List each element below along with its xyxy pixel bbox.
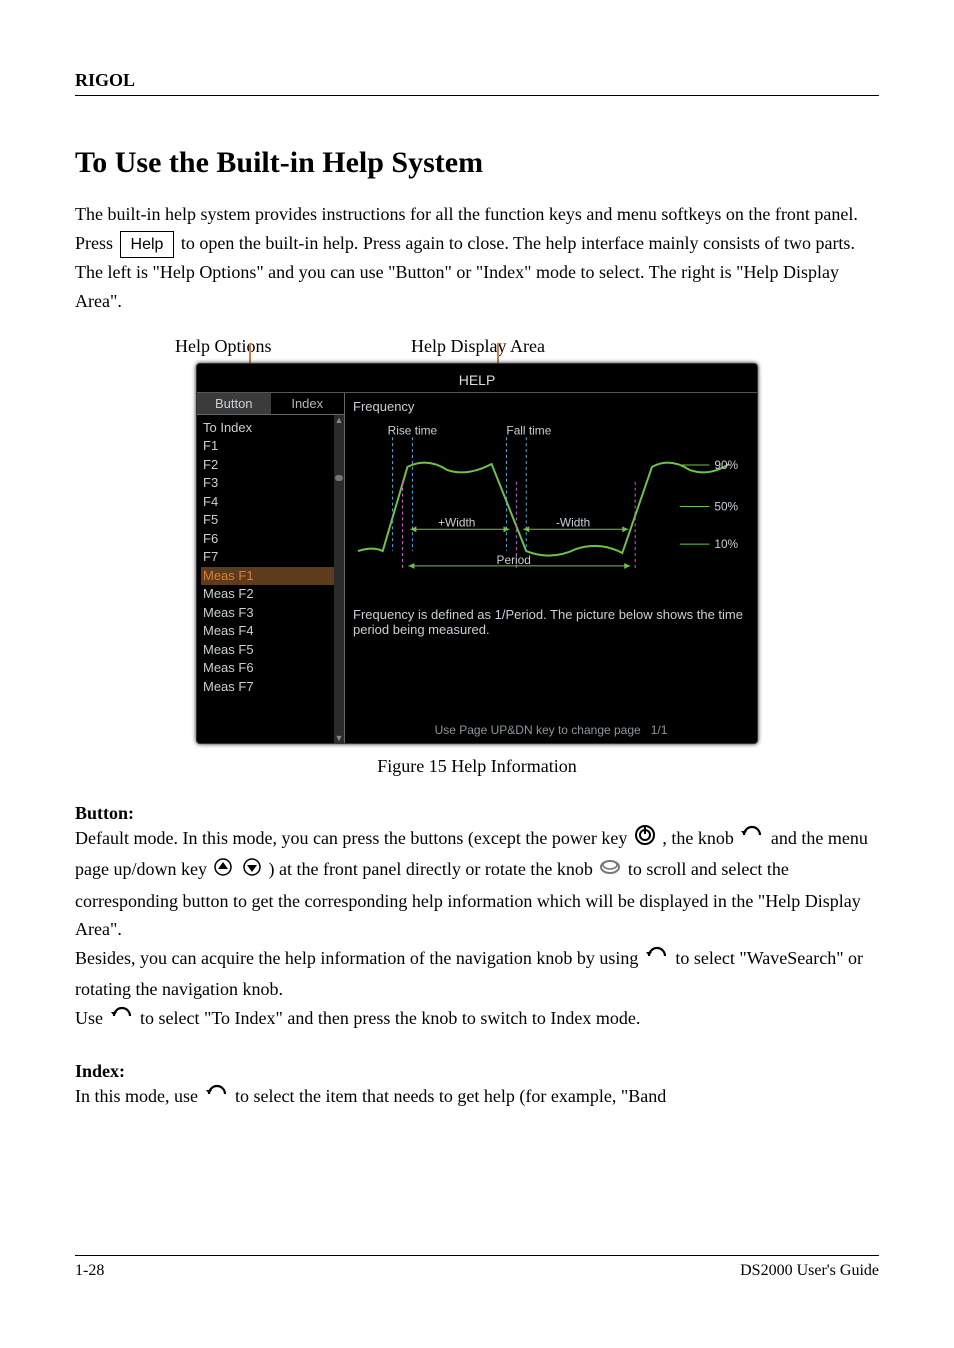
- help-window: HELP Button Index To Index F1 F2 F3 F4: [196, 363, 758, 744]
- help-description: Frequency is defined as 1/Period. The pi…: [353, 607, 749, 637]
- list-item[interactable]: Meas F6: [201, 659, 344, 678]
- list-item[interactable]: F7: [201, 548, 344, 567]
- list-item-selected[interactable]: Meas F1: [201, 567, 344, 586]
- nav-knob-icon: [599, 856, 621, 887]
- section-button-heading: Button:: [75, 803, 879, 824]
- help-footer: Use Page UP&DN key to change page 1/1: [345, 723, 757, 737]
- label-rise-time: Rise time: [388, 423, 438, 437]
- list-item[interactable]: F6: [201, 530, 344, 549]
- help-sidebar: Button Index To Index F1 F2 F3 F4 F5 F6 …: [197, 393, 345, 743]
- label-90: 90%: [714, 458, 738, 472]
- list-item[interactable]: F5: [201, 511, 344, 530]
- label-50: 50%: [714, 499, 738, 513]
- figure: Help Options Help Display Area HELP Butt…: [75, 336, 879, 777]
- help-list[interactable]: To Index F1 F2 F3 F4 F5 F6 F7 Meas F1 Me…: [197, 415, 344, 697]
- list-item[interactable]: Meas F5: [201, 641, 344, 660]
- help-body: Button Index To Index F1 F2 F3 F4 F5 F6 …: [197, 393, 757, 743]
- callout-labels: Help Options Help Display Area: [155, 336, 715, 357]
- page-up-icon: [213, 857, 233, 886]
- page-footer: 1-28 DS2000 User's Guide: [75, 1255, 879, 1280]
- page-title: To Use the Built-in Help System: [75, 146, 879, 180]
- label-10: 10%: [714, 537, 738, 551]
- help-title: HELP: [197, 364, 757, 393]
- list-item[interactable]: F2: [201, 456, 344, 475]
- footer-page-number: 1-28: [75, 1262, 104, 1280]
- section-index-heading: Index:: [75, 1061, 879, 1082]
- knob-icon: [740, 824, 764, 855]
- list-item[interactable]: Meas F4: [201, 622, 344, 641]
- callout-right: Help Display Area: [411, 336, 545, 357]
- figure-caption: Figure 15 Help Information: [75, 756, 879, 777]
- text: Default mode. In this mode, you can pres…: [75, 828, 632, 848]
- section-button-body: Default mode. In this mode, you can pres…: [75, 824, 879, 944]
- list-item[interactable]: F1: [201, 437, 344, 456]
- text: to select "To Index" and then press the …: [140, 1008, 640, 1028]
- list-item[interactable]: Meas F3: [201, 604, 344, 623]
- label-nwidth: -Width: [556, 515, 590, 529]
- scrollbar[interactable]: ▲ ▼: [334, 415, 344, 743]
- label-pwidth: +Width: [438, 515, 475, 529]
- list-item[interactable]: To Index: [201, 419, 344, 438]
- help-keycap: Help: [120, 231, 175, 259]
- power-icon: [634, 824, 656, 855]
- page-down-icon: [242, 857, 262, 886]
- knob-icon: [205, 1083, 229, 1114]
- intro-paragraph: The built-in help system provides instru…: [75, 200, 879, 316]
- help-content: Frequency: [345, 393, 757, 743]
- running-header: RIGOL: [75, 70, 879, 96]
- label-period: Period: [497, 553, 531, 567]
- text: to select the item that needs to get hel…: [235, 1086, 666, 1106]
- text: , the knob: [662, 828, 738, 848]
- help-list-wrap: To Index F1 F2 F3 F4 F5 F6 F7 Meas F1 Me…: [197, 415, 344, 743]
- help-tabs: Button Index: [197, 393, 344, 415]
- label-fall-time: Fall time: [506, 423, 551, 437]
- waveform-diagram: Rise time Fall time +Width -Width Period…: [353, 414, 749, 604]
- list-item[interactable]: F4: [201, 493, 344, 512]
- help-topic-title: Frequency: [353, 399, 749, 414]
- scroll-thumb[interactable]: [335, 475, 343, 481]
- text: Besides, you can acquire the help inform…: [75, 948, 643, 968]
- section-index-body: In this mode, use to select the item tha…: [75, 1082, 879, 1113]
- text: ) at the front panel directly or rotate …: [268, 859, 597, 879]
- scroll-down-icon[interactable]: ▼: [334, 733, 344, 743]
- tab-index[interactable]: Index: [271, 393, 345, 414]
- scroll-up-icon[interactable]: ▲: [334, 415, 344, 425]
- tab-button[interactable]: Button: [197, 393, 271, 414]
- intro-text-2: to open the built-in help. Press again t…: [75, 233, 855, 311]
- section-button-body-3: Use to select "To Index" and then press …: [75, 1004, 879, 1035]
- text: In this mode, use: [75, 1086, 203, 1106]
- page: RIGOL To Use the Built-in Help System Th…: [0, 0, 954, 1348]
- knob-icon: [110, 1005, 134, 1036]
- section-button-body-2: Besides, you can acquire the help inform…: [75, 944, 879, 1004]
- help-page-indicator: 1/1: [651, 723, 668, 737]
- text: Use: [75, 1008, 108, 1028]
- help-footer-text: Use Page UP&DN key to change page: [435, 723, 641, 737]
- list-item[interactable]: Meas F2: [201, 585, 344, 604]
- footer-doc-title: DS2000 User's Guide: [740, 1262, 879, 1280]
- list-item[interactable]: F3: [201, 474, 344, 493]
- knob-icon: [645, 945, 669, 976]
- callout-left: Help Options: [175, 336, 272, 357]
- list-item[interactable]: Meas F7: [201, 678, 344, 697]
